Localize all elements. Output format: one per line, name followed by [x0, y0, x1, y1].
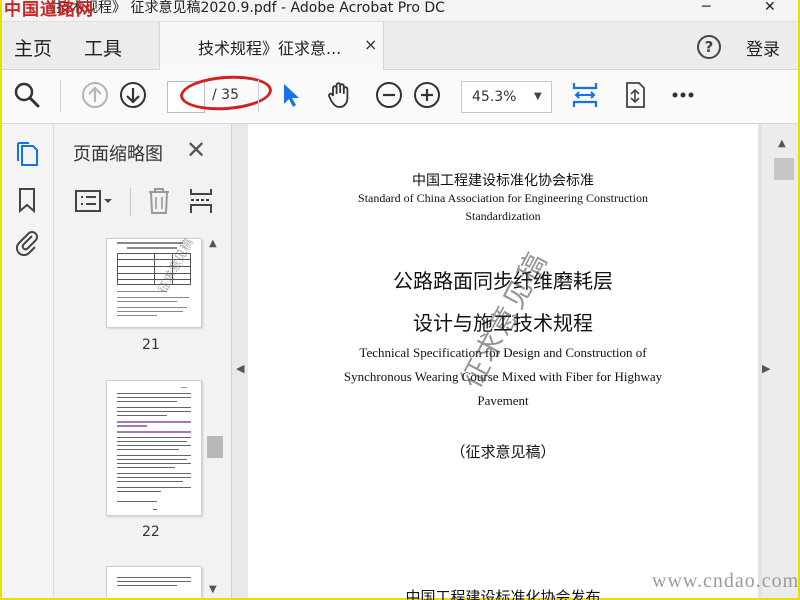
zoom-in-icon[interactable]	[412, 80, 442, 110]
panel-divider	[130, 188, 131, 216]
thumbnail-page-number: 22	[142, 524, 160, 540]
thumbnail-page-21[interactable]: 征求意见稿	[106, 236, 202, 328]
document-scrollbar[interactable]: ▶ ▲	[762, 124, 798, 598]
chevron-down-icon: ▼	[534, 91, 542, 102]
site-watermark: www.cndao.com	[652, 570, 800, 592]
previous-page-icon[interactable]	[80, 80, 110, 110]
document-tab-label: 技术规程》征求意...	[198, 39, 342, 58]
document-page: 中国工程建设标准化协会标准 Standard of China Associat…	[248, 124, 758, 600]
zoom-out-icon[interactable]	[374, 80, 404, 110]
left-navigation	[2, 124, 54, 598]
select-cursor-icon[interactable]	[276, 80, 306, 110]
close-tab-button[interactable]: ×	[364, 35, 377, 54]
scrollbar-thumb[interactable]	[207, 436, 223, 458]
fit-width-icon[interactable]	[570, 80, 600, 110]
thumbnail-page-22[interactable]	[106, 380, 202, 516]
toolbar-divider	[258, 80, 259, 112]
org-name-cn: 中国工程建设标准化协会标准	[412, 173, 594, 189]
menu-tools[interactable]: 工具	[84, 34, 122, 61]
thumbnail-page-23[interactable]	[106, 566, 202, 598]
panel-collapse-handle[interactable]: ◀	[232, 124, 248, 598]
expand-right-icon[interactable]: ▶	[762, 362, 770, 375]
menu-home[interactable]: 主页	[14, 34, 52, 61]
page-fit-icon[interactable]	[620, 80, 650, 110]
toolbar-divider	[60, 80, 61, 112]
org-name-en-line1: Standard of China Association for Engine…	[358, 191, 648, 205]
site-logo-watermark: 中国道路网	[4, 0, 94, 20]
page-thumbnails-icon[interactable]	[13, 140, 41, 168]
thumbnail-page-number: 21	[142, 337, 160, 353]
org-name-en-line2: Standardization	[465, 209, 541, 223]
panel-toolbar	[54, 180, 232, 220]
tab-bar: 主页 工具 技术规程》征求意... × ? 登录	[2, 22, 798, 70]
search-icon[interactable]	[12, 80, 42, 110]
delete-page-icon[interactable]	[146, 186, 172, 216]
thumbnails-scrollbar[interactable]: ▲ ▼	[204, 238, 226, 598]
draft-status: （征求意见稿）	[450, 443, 556, 461]
window-title: 《技术规程》 征求意见稿2020.9.pdf - Adobe Acrobat P…	[42, 0, 445, 16]
insert-page-icon[interactable]	[188, 186, 214, 216]
hand-tool-icon[interactable]	[324, 80, 354, 110]
doc-title-en-line2: Synchronous Wearing Course Mixed with Fi…	[343, 369, 663, 384]
panel-title: 页面缩略图	[73, 144, 163, 165]
zoom-select[interactable]: 45.3% ▼	[461, 81, 552, 113]
scrollbar-thumb[interactable]	[774, 158, 794, 180]
scroll-down-icon[interactable]: ▼	[209, 584, 217, 595]
thumbnail-list: 征求意见稿 21 22	[54, 234, 214, 598]
zoom-value: 45.3%	[472, 89, 517, 105]
toolbar: / 35 45.3% ▼	[2, 70, 798, 124]
close-window-button[interactable]: ✕	[764, 0, 776, 14]
scroll-up-icon[interactable]: ▲	[209, 238, 217, 249]
login-button[interactable]: 登录	[746, 35, 780, 60]
close-panel-button[interactable]: ✕	[186, 136, 206, 164]
minimize-button[interactable]: ─	[702, 0, 710, 14]
doc-title-en-line3: Pavement	[477, 393, 529, 408]
help-button[interactable]: ?	[697, 35, 721, 59]
next-page-icon[interactable]	[118, 80, 148, 110]
more-options-icon[interactable]	[668, 80, 698, 110]
document-area: 中国工程建设标准化协会标准 Standard of China Associat…	[248, 124, 798, 600]
collapse-left-icon: ◀	[236, 362, 245, 375]
thumbnail-options-icon[interactable]	[74, 188, 114, 214]
thumbnails-panel: 页面缩略图 ✕ 征求意见稿 21 22 ▲ ▼	[54, 124, 232, 598]
bookmark-icon[interactable]	[13, 186, 41, 214]
attachment-icon[interactable]	[13, 228, 41, 256]
document-tab[interactable]: 技术规程》征求意... ×	[159, 22, 384, 70]
scroll-up-icon[interactable]: ▲	[778, 138, 786, 149]
title-bar: 《技术规程》 征求意见稿2020.9.pdf - Adobe Acrobat P…	[2, 0, 798, 22]
